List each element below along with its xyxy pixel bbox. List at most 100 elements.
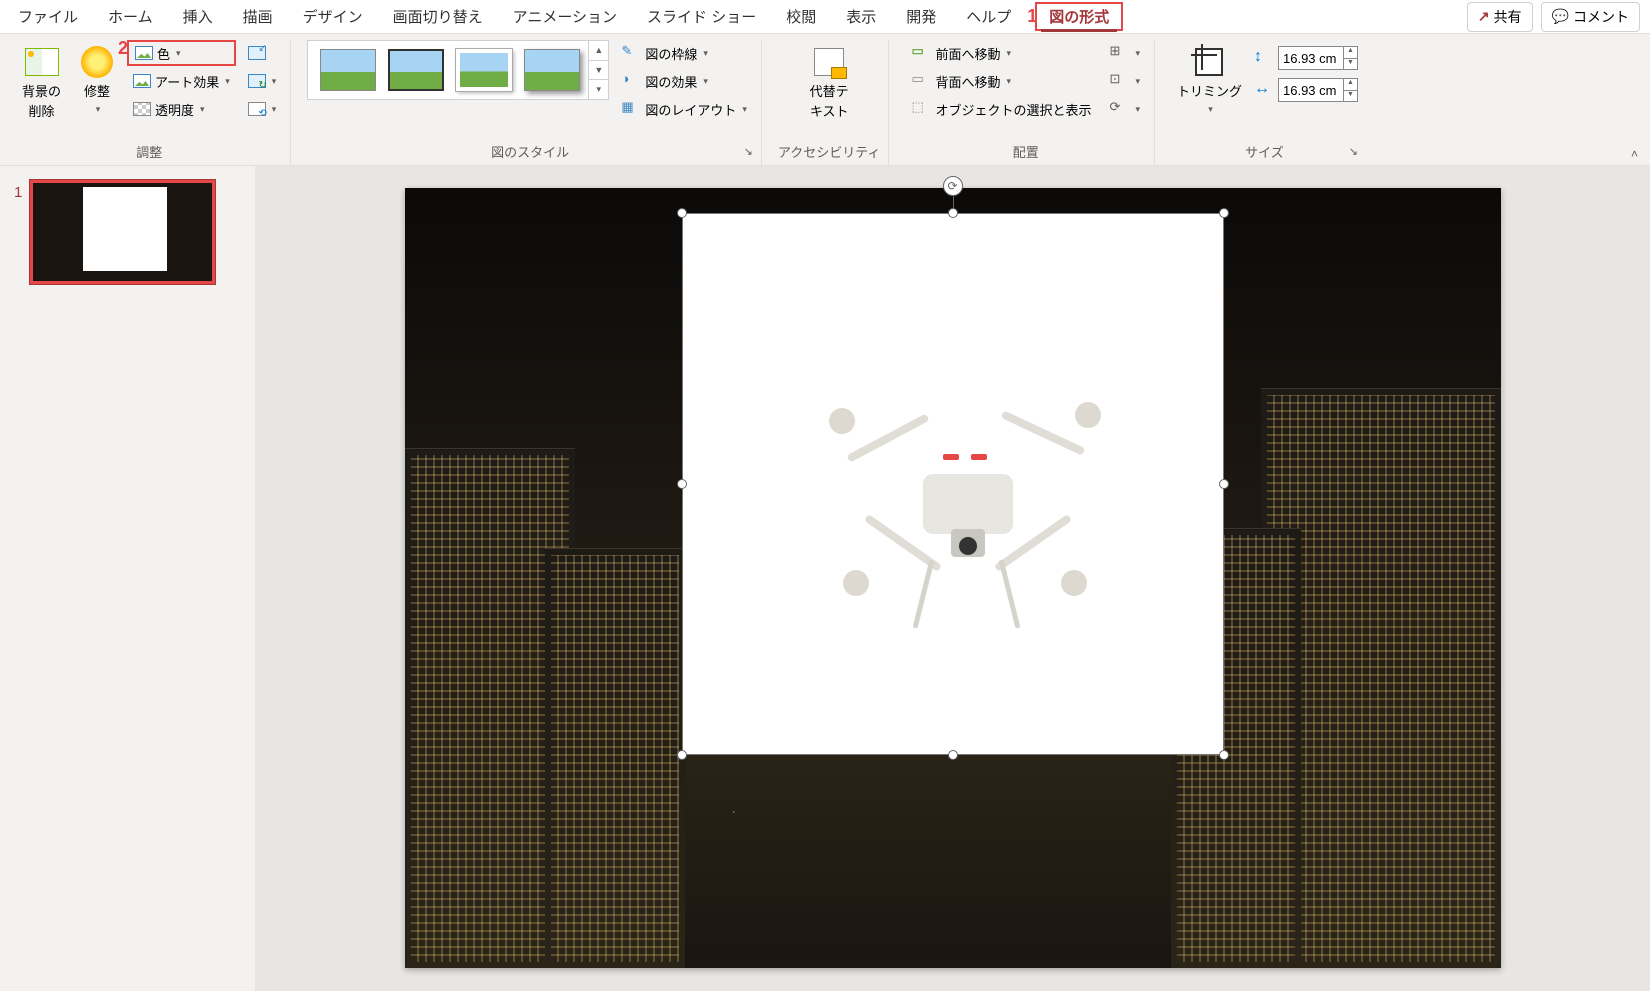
send-backward-button[interactable]: 背面へ移動 [905,68,1097,94]
resize-handle-bl[interactable] [677,750,687,760]
width-input-row: 16.93 cm ▲▼ [1254,78,1358,102]
resize-handle-ml[interactable] [677,479,687,489]
picture-layout-button[interactable]: 図のレイアウト [615,96,753,122]
tab-view[interactable]: 表示 [832,0,890,33]
style-thumb-3[interactable] [456,49,512,91]
height-value: 16.93 cm [1283,51,1336,66]
comment-button[interactable]: コメント [1541,2,1640,32]
height-spinner[interactable]: ▲▼ [1343,47,1357,69]
group-icon [1109,71,1129,91]
group-size-label: サイズ [1245,142,1284,161]
align-button[interactable] [1103,40,1146,66]
group-objects-button[interactable] [1103,68,1146,94]
alt-text-icon [814,48,844,76]
group-adjust: 背景の 削除 修整 色 アート効果 透明度 [8,40,291,165]
ribbon-tabs: ファイル ホーム 挿入 描画 デザイン 画面切り替え アニメーション スライド … [0,0,1650,34]
group-picture-styles: ▲ ▼ ▾ 図の枠線 図の効果 図のレイアウト 図のスタイル ↘ [299,40,762,165]
bring-forward-icon [911,43,931,63]
tab-animations[interactable]: アニメーション [499,0,631,33]
bring-forward-button[interactable]: 前面へ移動 [905,40,1097,66]
rotation-handle[interactable]: ⟳ [943,176,963,196]
change-picture-icon [248,74,266,88]
tab-picture-format[interactable]: 図の形式 [1041,6,1117,32]
color-label: 色 [157,44,170,63]
style-thumb-2[interactable] [388,49,444,91]
artistic-effects-button[interactable]: アート効果 [127,68,236,94]
crop-icon [1195,48,1223,76]
artistic-label: アート効果 [155,72,219,91]
gallery-scroll: ▲ ▼ ▾ [588,41,608,99]
slide-canvas-area[interactable]: ⟳ [255,166,1650,991]
height-input-row: 16.93 cm ▲▼ [1254,46,1358,70]
resize-handle-mr[interactable] [1219,479,1229,489]
width-input[interactable]: 16.93 cm ▲▼ [1278,78,1358,102]
tab-developer[interactable]: 開発 [892,0,950,33]
slide-thumbnail-1[interactable]: 1 [14,180,241,284]
tab-design[interactable]: デザイン [289,0,377,33]
selected-picture[interactable]: ⟳ [683,214,1223,754]
send-backward-icon [911,71,931,91]
tab-transitions[interactable]: 画面切り替え [379,0,497,33]
compress-icon [248,46,266,60]
size-launcher[interactable]: ↘ [1349,145,1358,158]
tab-draw[interactable]: 描画 [229,0,287,33]
resize-handle-br[interactable] [1219,750,1229,760]
change-picture-button[interactable] [242,68,283,94]
tab-help[interactable]: ヘルプ [952,0,1025,33]
tab-home[interactable]: ホーム [94,0,167,33]
tab-file[interactable]: ファイル [4,0,92,33]
picture-layout-icon [621,99,641,119]
gallery-more[interactable]: ▾ [589,80,608,99]
picture-styles-gallery[interactable]: ▲ ▼ ▾ [307,40,609,100]
ribbon: 背景の 削除 修整 色 アート効果 透明度 [0,34,1650,166]
picture-border-label: 図の枠線 [645,44,697,63]
picture-border-button[interactable]: 図の枠線 [615,40,753,66]
picture-effects-button[interactable]: 図の効果 [615,68,753,94]
transparency-label: 透明度 [155,100,194,119]
alt-text-button[interactable]: 代替テ キスト [804,40,855,123]
gallery-down[interactable]: ▼ [589,61,608,81]
group-adjust-label: 調整 [136,142,162,161]
remove-background-button[interactable]: 背景の 削除 [16,40,67,123]
callout-2: 2 [118,38,128,59]
height-input[interactable]: 16.93 cm ▲▼ [1278,46,1358,70]
highlight-picture-format-tab: 図の形式 [1035,2,1123,31]
drone-illustration [803,334,1123,634]
resize-handle-tl[interactable] [677,208,687,218]
resize-handle-bm[interactable] [948,750,958,760]
group-acc-label: アクセシビリティ [778,142,881,161]
transparency-icon [133,102,151,116]
group-arrange: 前面へ移動 背面へ移動 オブジェクトの選択と表示 配置 [897,40,1155,165]
corrections-button[interactable]: 修整 [73,40,121,118]
slide[interactable]: ⟳ [405,188,1501,968]
reset-picture-button[interactable] [242,96,283,122]
styles-launcher[interactable]: ↘ [744,145,753,158]
picture-border-icon [621,43,641,63]
tab-insert[interactable]: 挿入 [169,0,227,33]
gallery-up[interactable]: ▲ [589,41,608,61]
rotate-button[interactable] [1103,96,1146,122]
style-thumb-4[interactable] [524,49,580,91]
width-spinner[interactable]: ▲▼ [1343,79,1357,101]
color-button[interactable]: 色 [127,40,236,66]
corrections-label: 修整 [84,84,110,100]
width-value: 16.93 cm [1283,83,1336,98]
remove-background-icon [25,48,59,76]
resize-handle-tm[interactable] [948,208,958,218]
tab-slideshow[interactable]: スライド ショー [633,0,770,33]
collapse-ribbon-button[interactable]: ˄ [1627,143,1642,165]
bring-forward-label: 前面へ移動 [935,44,1000,63]
style-thumb-1[interactable] [320,49,376,91]
compress-pictures-button[interactable] [242,40,283,66]
slide-thumbnail-rail: 1 [0,166,255,991]
selection-pane-button[interactable]: オブジェクトの選択と表示 [905,96,1097,122]
resize-handle-tr[interactable] [1219,208,1229,218]
transparency-button[interactable]: 透明度 [127,96,236,122]
height-icon [1254,48,1274,68]
alt-text-label-1: 代替テ [810,84,849,100]
crop-button[interactable]: トリミング [1171,40,1248,118]
alt-text-label-2: キスト [810,104,849,120]
tab-review[interactable]: 校閲 [772,0,830,33]
color-icon [135,46,153,60]
share-button[interactable]: 共有 [1467,2,1533,32]
